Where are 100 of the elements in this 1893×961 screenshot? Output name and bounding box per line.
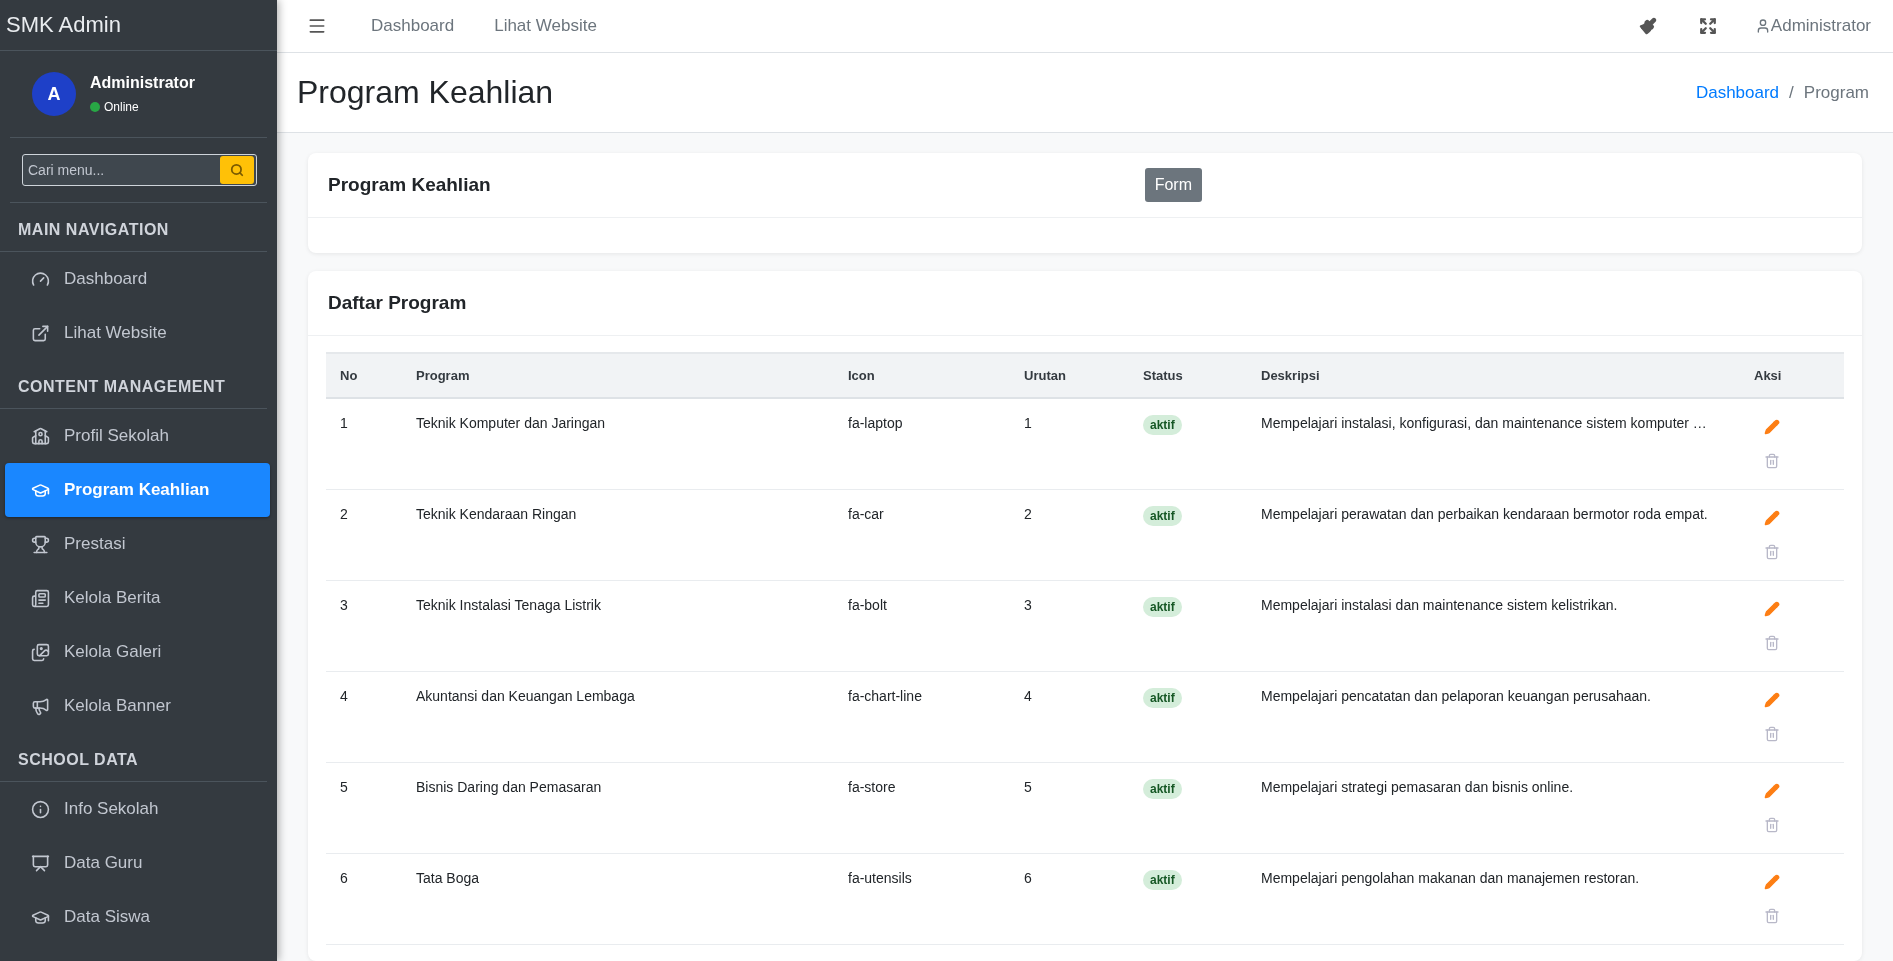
top-nav-link[interactable]: Dashboard — [371, 16, 455, 37]
table-cell: 3 — [326, 580, 402, 672]
trash-icon — [1764, 908, 1780, 924]
pencil-icon — [1764, 874, 1780, 890]
table-cell: fa-bolt — [834, 580, 1010, 672]
status-badge: aktif — [1143, 870, 1182, 890]
edit-button[interactable] — [1764, 510, 1780, 526]
table-cell: Mempelajari perawatan dan perbaikan kendaraan bermotor roda empat. — [1247, 489, 1740, 581]
nav-item[interactable]: Kelola Galeri — [5, 625, 270, 679]
nav-item[interactable]: Info Sekolah — [5, 782, 270, 836]
table-cell: fa-utensils — [834, 853, 1010, 945]
nav-section-title: MAIN NAVIGATION — [0, 203, 267, 252]
pencil-icon — [1764, 419, 1780, 435]
card-title: Daftar Program — [328, 292, 467, 314]
table-cell: fa-store — [834, 762, 1010, 854]
status-badge: aktif — [1143, 506, 1182, 526]
column-header: Urutan — [1010, 353, 1129, 398]
table-cell: Teknik Instalasi Tenaga Listrik — [402, 580, 834, 672]
pencil-icon — [1764, 783, 1780, 799]
status-badge: aktif — [1143, 688, 1182, 708]
nav-item[interactable]: Prestasi — [5, 517, 270, 571]
status-badge: aktif — [1143, 597, 1182, 617]
edit-button[interactable] — [1764, 692, 1780, 708]
nav-item[interactable]: Program Keahlian — [5, 463, 270, 517]
gauge-icon — [31, 269, 50, 289]
nav-item[interactable]: Kelola Berita — [5, 571, 270, 625]
status-badge: aktif — [1143, 415, 1182, 435]
presentation-icon — [31, 853, 50, 873]
table-cell: Mempelajari instalasi dan maintenance sistem kelistrikan. — [1247, 580, 1740, 672]
column-header: Icon — [834, 353, 1010, 398]
table-cell: Teknik Komputer dan Jaringan — [402, 398, 834, 490]
delete-button[interactable] — [1764, 726, 1780, 742]
school-icon — [31, 426, 50, 446]
form-button[interactable]: Form — [1144, 168, 1202, 202]
table-cell: Tata Boga — [402, 853, 834, 945]
nav-item[interactable]: Dashboard — [5, 252, 270, 306]
status-dot-icon — [90, 102, 100, 112]
table-cell: 5 — [326, 762, 402, 854]
nav-section-title: SCHOOL DATA — [0, 733, 267, 782]
pencil-icon — [1764, 510, 1780, 526]
megaphone-icon — [31, 696, 50, 716]
table-cell: fa-chart-line — [834, 671, 1010, 763]
table-cell: fa-laptop — [834, 398, 1010, 490]
top-nav-link[interactable]: Lihat Website — [494, 16, 597, 37]
status-badge: aktif — [1143, 779, 1182, 799]
trash-icon — [1764, 453, 1780, 469]
trash-icon — [1764, 817, 1780, 833]
column-header: Program — [402, 353, 834, 398]
delete-button[interactable] — [1764, 544, 1780, 560]
trash-icon — [1764, 726, 1780, 742]
table-cell: Mempelajari strategi pemasaran dan bisnis online. — [1247, 762, 1740, 854]
table-cell: Mempelajari pencatatan dan pelaporan keuangan perusahaan. — [1247, 671, 1740, 763]
delete-button[interactable] — [1764, 635, 1780, 651]
breadcrumb-separator: / — [1789, 82, 1794, 103]
pencil-icon — [1764, 601, 1780, 617]
edit-button[interactable] — [1764, 783, 1780, 799]
breadcrumb-link[interactable]: Dashboard — [1695, 82, 1780, 103]
column-header: No — [326, 353, 402, 398]
nav-item[interactable]: Profil Sekolah — [5, 409, 270, 463]
info-icon — [31, 799, 50, 819]
trophy-icon — [31, 534, 50, 554]
delete-button[interactable] — [1764, 817, 1780, 833]
breadcrumb-item[interactable]: Program — [1803, 82, 1869, 103]
nav-item[interactable]: Lihat Website — [5, 306, 270, 360]
table-cell: 4 — [1010, 671, 1129, 763]
nav-item[interactable]: Data Siswa — [5, 890, 270, 944]
table-cell: Mempelajari pengolahan makanan dan manajemen restoran. — [1247, 853, 1740, 945]
user-menu[interactable]: Administrator — [1754, 16, 1871, 37]
table-cell: 5 — [1010, 762, 1129, 854]
newspaper-icon — [31, 588, 50, 608]
table-cell: 1 — [326, 398, 402, 490]
search-button[interactable] — [220, 156, 254, 184]
table-cell: 4 — [326, 671, 402, 763]
trash-icon — [1764, 635, 1780, 651]
images-icon — [31, 642, 50, 662]
table-cell: 6 — [1010, 853, 1129, 945]
external-link-icon — [31, 323, 50, 343]
table-cell: Bisnis Daring dan Pemasaran — [402, 762, 834, 854]
trash-icon — [1764, 544, 1780, 560]
table-cell: 6 — [326, 853, 402, 945]
page-title: Program Keahlian — [297, 74, 554, 112]
user-status: Online — [104, 100, 139, 114]
table-cell: Akuntansi dan Keuangan Lembaga — [402, 671, 834, 763]
table-cell: fa-car — [834, 489, 1010, 581]
table-cell: 2 — [326, 489, 402, 581]
edit-button[interactable] — [1764, 419, 1780, 435]
delete-button[interactable] — [1764, 453, 1780, 469]
table-cell: Mempelajari instalasi, konfigurasi, dan maintenance sistem komputer … — [1247, 398, 1740, 490]
user-name: Administrator — [90, 74, 195, 92]
nav-item[interactable]: Kelola Banner — [5, 679, 270, 733]
delete-button[interactable] — [1764, 908, 1780, 924]
search-icon — [230, 163, 244, 177]
column-header: Deskripsi — [1247, 353, 1740, 398]
pencil-icon — [1764, 692, 1780, 708]
expand-icon — [1698, 17, 1717, 36]
nav-section-title: CONTENT MANAGEMENT — [0, 360, 267, 409]
column-header: Status — [1129, 353, 1247, 398]
edit-button[interactable] — [1764, 874, 1780, 890]
nav-item[interactable]: Data Guru — [5, 836, 270, 890]
edit-button[interactable] — [1764, 601, 1780, 617]
